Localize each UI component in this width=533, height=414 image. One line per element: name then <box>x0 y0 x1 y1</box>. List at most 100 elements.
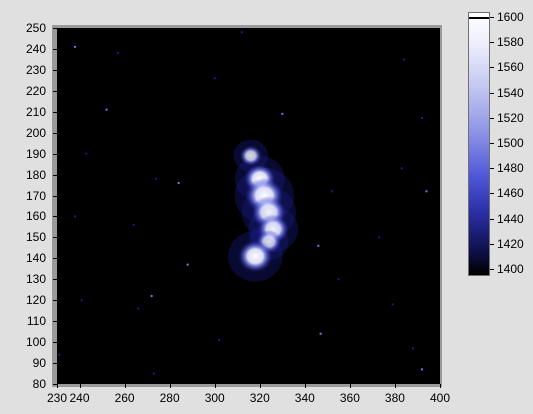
x-tick-mark <box>395 384 396 388</box>
y-tick-mark <box>53 237 57 238</box>
x-tick-label: 300 <box>204 391 225 405</box>
intensity-hotspot <box>239 145 262 167</box>
noise-pixel <box>402 58 405 61</box>
y-tick-label: 170 <box>25 188 46 203</box>
color-scale-tick <box>490 17 494 18</box>
y-tick-label: 240 <box>25 41 46 56</box>
color-scale-tick <box>490 193 494 194</box>
noise-pixel <box>74 45 77 48</box>
noise-pixel <box>150 295 153 298</box>
y-tick-mark <box>53 133 57 134</box>
y-tick-label: 210 <box>25 104 46 119</box>
color-scale-label: 1480 <box>497 161 524 176</box>
y-tick-mark <box>53 28 57 29</box>
intensity-graph-plot[interactable] <box>57 28 440 384</box>
noise-pixel <box>177 181 180 184</box>
y-tick-label: 140 <box>25 251 46 266</box>
y-tick-label: 200 <box>25 125 46 140</box>
y-tick-label: 130 <box>25 272 46 287</box>
y-tick-label: 250 <box>25 21 46 35</box>
y-tick-label: 100 <box>25 335 46 350</box>
noise-pixel <box>116 52 119 55</box>
color-scale-tick <box>490 168 494 169</box>
color-scale-tick <box>490 269 494 270</box>
noise-pixel <box>337 278 340 281</box>
color-scale-bar[interactable] <box>468 12 490 276</box>
noise-pixel <box>330 190 333 193</box>
y-tick-label: 150 <box>25 230 46 245</box>
noise-pixel <box>186 263 189 266</box>
y-tick-label: 120 <box>25 293 46 308</box>
y-tick-mark <box>53 70 57 71</box>
noise-pixel <box>240 31 243 34</box>
y-tick-mark <box>53 91 57 92</box>
noise-pixel <box>155 177 158 180</box>
x-tick-mark <box>260 384 261 388</box>
y-tick-mark <box>53 49 57 50</box>
noise-pixel <box>319 332 322 335</box>
color-scale-label: 1500 <box>497 136 524 150</box>
y-tick-mark <box>53 279 57 280</box>
noise-pixel <box>218 339 221 342</box>
x-tick-label: 280 <box>159 391 180 405</box>
color-scale-label: 1520 <box>497 110 524 125</box>
y-tick-mark <box>53 175 57 176</box>
x-tick-label: 380 <box>384 391 405 405</box>
x-tick-label: 260 <box>114 391 135 405</box>
y-tick-label: 220 <box>25 83 46 98</box>
x-tick-mark <box>170 384 171 388</box>
color-scale-label: 1460 <box>497 186 524 201</box>
noise-pixel <box>411 347 414 350</box>
y-tick-label: 160 <box>25 209 46 224</box>
noise-pixel <box>74 215 77 218</box>
color-scale-label: 1600 <box>497 10 524 24</box>
y-tick-label: 180 <box>25 167 46 182</box>
y-tick-label: 80 <box>32 377 46 391</box>
color-scale-tick <box>490 244 494 245</box>
x-tick-mark <box>80 384 81 388</box>
color-scale-label: 1540 <box>497 85 524 100</box>
y-tick-mark <box>53 363 57 364</box>
noise-pixel <box>425 190 428 193</box>
color-scale-tick <box>490 219 494 220</box>
color-scale-tick <box>490 67 494 68</box>
x-tick-label: 320 <box>249 391 270 405</box>
x-tick-mark <box>215 384 216 388</box>
x-tick-mark <box>57 384 58 388</box>
noise-pixel <box>137 307 140 310</box>
x-tick-label: 400 <box>429 391 451 405</box>
color-scale-tick <box>490 118 494 119</box>
intensity-image <box>57 28 440 384</box>
y-tick-mark <box>53 154 57 155</box>
noise-pixel <box>317 244 320 247</box>
noise-pixel <box>213 77 216 80</box>
x-tick-mark <box>305 384 306 388</box>
color-scale-label: 1440 <box>497 211 524 226</box>
y-tick-mark <box>53 258 57 259</box>
y-tick-label: 190 <box>25 146 46 161</box>
y-tick-mark <box>53 300 57 301</box>
noise-pixel <box>85 152 88 155</box>
color-scale-marker[interactable] <box>469 17 489 19</box>
noise-pixel <box>391 303 394 306</box>
x-tick-label: 360 <box>339 391 360 405</box>
x-tick-label: 240 <box>69 391 90 405</box>
color-scale-tick <box>490 42 494 43</box>
noise-pixel <box>105 108 108 111</box>
noise-pixel <box>152 372 155 375</box>
noise-pixel <box>80 299 83 302</box>
color-scale-label: 1400 <box>497 262 524 276</box>
y-tick-label: 110 <box>26 314 46 329</box>
color-scale-tick <box>490 143 494 144</box>
y-tick-mark <box>53 216 57 217</box>
y-tick-mark <box>53 342 57 343</box>
y-tick-label: 90 <box>32 356 46 371</box>
noise-pixel <box>281 112 284 115</box>
noise-pixel <box>132 223 135 226</box>
noise-pixel <box>420 117 423 120</box>
color-scale-label: 1420 <box>497 236 524 251</box>
noise-pixel <box>400 167 403 170</box>
noise-pixel <box>58 353 61 356</box>
y-tick-mark <box>53 196 57 197</box>
color-scale-tick <box>490 93 494 94</box>
